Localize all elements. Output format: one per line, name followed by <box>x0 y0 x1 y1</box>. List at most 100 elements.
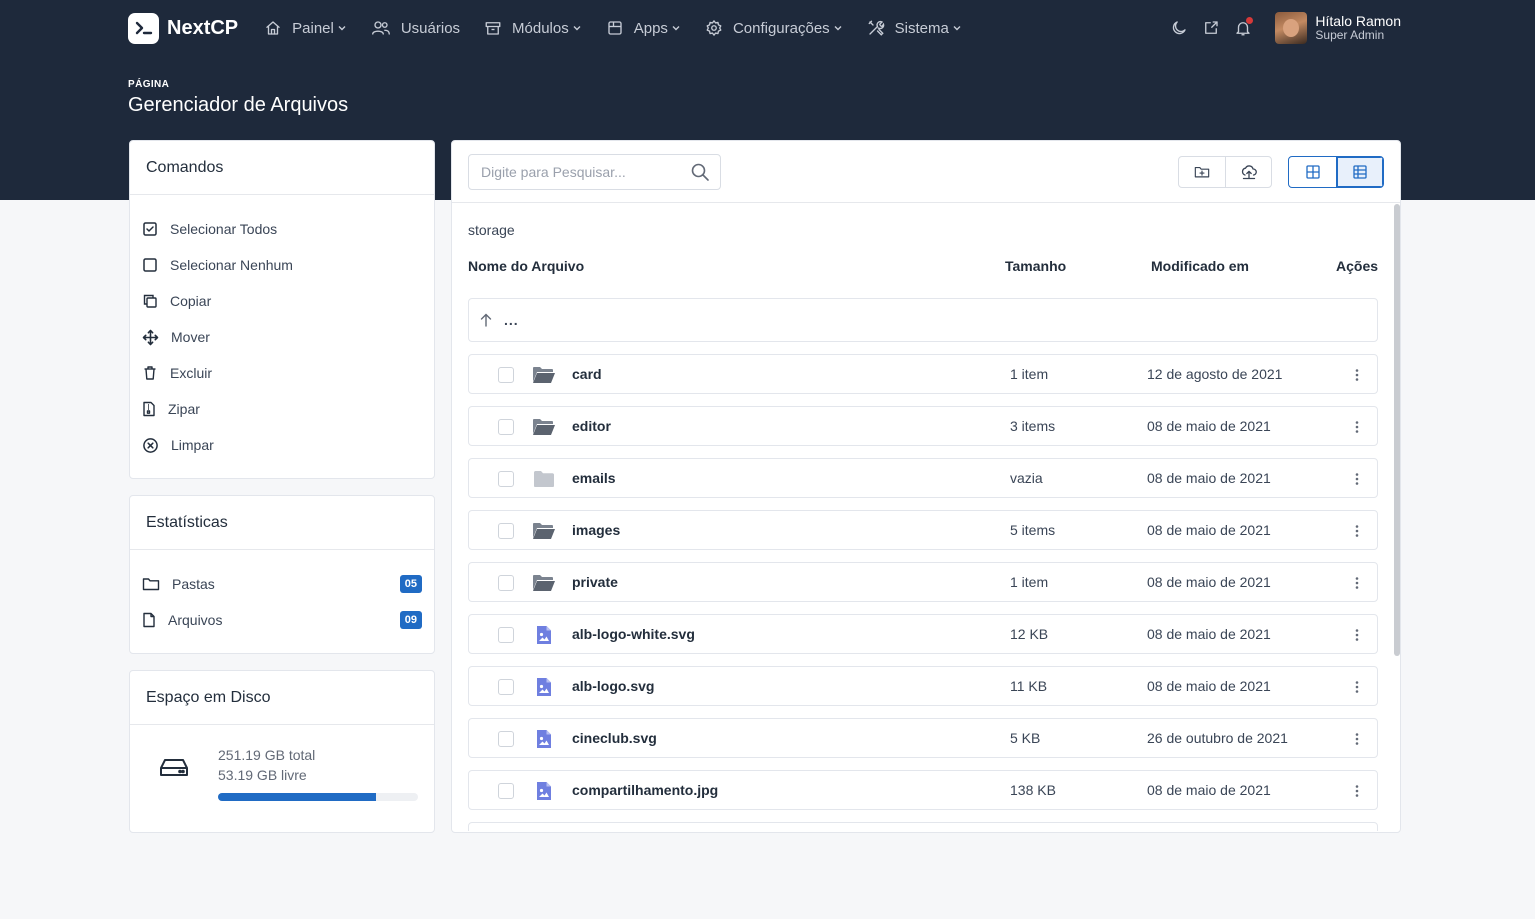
zip-command[interactable]: Zipar <box>130 391 434 427</box>
nav-label: Sistema <box>894 19 949 37</box>
search-icon[interactable] <box>690 162 710 182</box>
file-name[interactable]: images <box>572 522 620 538</box>
delete-command[interactable]: Excluir <box>130 355 434 391</box>
table-row[interactable]: card 1 item 12 de agosto de 2021 <box>468 354 1378 394</box>
notifications-button[interactable] <box>1231 16 1255 40</box>
statistics-card: Estatísticas Pastas 05 Arquivos 09 <box>129 495 435 654</box>
table-row[interactable]: images 5 items 08 de maio de 2021 <box>468 510 1378 550</box>
row-checkbox[interactable] <box>498 731 514 747</box>
file-size: 3 items <box>1010 418 1056 434</box>
row-checkbox[interactable] <box>498 783 514 799</box>
image-file-icon <box>532 780 556 802</box>
file-name[interactable]: alb-logo-white.svg <box>572 626 695 642</box>
row-checkbox[interactable] <box>498 367 514 383</box>
files-count-badge: 09 <box>399 611 422 629</box>
disk-space-card: Espaço em Disco 251.19 GB total 53.19 GB… <box>129 670 435 833</box>
nav-item-painel[interactable]: Painel <box>264 19 347 37</box>
row-checkbox[interactable] <box>498 471 514 487</box>
file-name[interactable]: cineclub.svg <box>572 730 657 746</box>
table-row[interactable]: cineclub.svg 5 KB 26 de outubro de 2021 <box>468 718 1378 758</box>
file-name[interactable]: private <box>572 574 618 590</box>
external-link-button[interactable] <box>1199 16 1223 40</box>
file-manager-card: storage Nome do Arquivo Tamanho Modifica… <box>451 140 1401 833</box>
view-toggle-group <box>1288 155 1384 188</box>
disk-total: 251.19 GB total <box>218 747 316 763</box>
row-checkbox[interactable] <box>498 419 514 435</box>
nav-item-apps[interactable]: Apps <box>606 19 681 37</box>
nav-item-usuarios[interactable]: Usuários <box>371 19 460 37</box>
image-file-icon <box>532 728 556 750</box>
table-row[interactable]: compartilhamento.jpg 138 KB 08 de maio de … <box>468 770 1378 810</box>
checkbox-empty-icon <box>143 258 157 272</box>
more-vertical-icon[interactable] <box>1349 469 1365 489</box>
column-header-name[interactable]: Nome do Arquivo <box>468 258 584 274</box>
nav-label: Painel <box>292 19 334 37</box>
upload-button[interactable] <box>1225 156 1271 187</box>
copy-command[interactable]: Copiar <box>130 283 434 319</box>
row-checkbox[interactable] <box>498 627 514 643</box>
command-label: Selecionar Nenhum <box>170 257 293 273</box>
file-size: 11 KB <box>1010 678 1048 694</box>
breadcrumb[interactable]: storage <box>468 222 515 238</box>
table-row[interactable]: editor 3 items 08 de maio de 2021 <box>468 406 1378 446</box>
command-label: Limpar <box>171 437 214 453</box>
dark-mode-toggle[interactable] <box>1167 16 1191 40</box>
table-row[interactable]: alb-logo-white.svg 12 KB 08 de maio de 202… <box>468 614 1378 654</box>
chevron-down-icon <box>953 26 961 31</box>
file-name[interactable]: compartilhamento.jpg <box>572 782 718 798</box>
grid-view-icon <box>1305 164 1320 179</box>
clear-command[interactable]: Limpar <box>130 427 434 463</box>
file-name[interactable]: alb-logo.svg <box>572 678 654 694</box>
trash-icon <box>144 366 156 380</box>
more-vertical-icon[interactable] <box>1349 417 1365 437</box>
terminal-logo-icon <box>128 12 159 44</box>
new-folder-button[interactable] <box>1179 157 1225 187</box>
table-row[interactable]: private 1 item 08 de maio de 2021 <box>468 562 1378 602</box>
more-vertical-icon[interactable] <box>1349 781 1365 801</box>
copy-icon <box>143 294 157 308</box>
file-name[interactable]: editor <box>572 418 611 434</box>
chevron-down-icon <box>338 26 346 31</box>
file-name[interactable]: card <box>572 366 602 382</box>
nav-label: Usuários <box>400 19 461 37</box>
more-vertical-icon[interactable] <box>1349 573 1365 593</box>
more-vertical-icon[interactable] <box>1349 625 1365 645</box>
disk-info: 251.19 GB total 53.19 GB livre <box>218 745 418 801</box>
nav-item-sistema[interactable]: Sistema <box>867 19 962 37</box>
file-size: 5 items <box>1010 522 1056 538</box>
row-checkbox[interactable] <box>498 523 514 539</box>
table-row[interactable] <box>468 822 1378 831</box>
more-vertical-icon[interactable] <box>1349 521 1365 541</box>
nav-item-configuracoes[interactable]: Configurações <box>705 19 843 37</box>
zip-icon <box>143 401 155 417</box>
file-name[interactable]: emails <box>572 470 616 486</box>
command-label: Copiar <box>170 293 212 309</box>
move-command[interactable]: Mover <box>130 319 434 355</box>
select-all-command[interactable]: Selecionar Todos <box>130 211 434 247</box>
select-none-command[interactable]: Selecionar Nenhum <box>130 247 434 283</box>
upload-icon <box>1241 164 1257 179</box>
tools-icon <box>868 20 884 36</box>
column-header-modified[interactable]: Modificado em <box>1151 258 1249 274</box>
list-view-button[interactable] <box>1336 156 1383 187</box>
row-checkbox[interactable] <box>498 575 514 591</box>
search-input[interactable] <box>481 163 690 180</box>
commands-list: Selecionar Todos Selecionar Nenhum Copia… <box>130 195 434 463</box>
table-row[interactable]: emails vazia 08 de maio de 2021 <box>468 458 1378 498</box>
grid-view-button[interactable] <box>1289 157 1336 187</box>
nav-label: Módulos <box>512 19 569 37</box>
nav-item-modulos[interactable]: Módulos <box>484 19 582 37</box>
more-vertical-icon[interactable] <box>1349 729 1365 749</box>
avatar[interactable] <box>1275 12 1308 44</box>
row-checkbox[interactable] <box>498 679 514 695</box>
more-vertical-icon[interactable] <box>1349 365 1365 385</box>
parent-directory-row[interactable]: ... <box>468 298 1378 342</box>
column-header-size[interactable]: Tamanho <box>1005 258 1066 274</box>
user-menu[interactable]: Hítalo Ramon Super Admin <box>1315 13 1401 43</box>
home-icon <box>266 21 280 35</box>
folder-open-icon <box>532 416 556 438</box>
table-row[interactable]: alb-logo.svg 11 KB 08 de maio de 2021 <box>468 666 1378 706</box>
scrollbar[interactable] <box>1394 204 1400 656</box>
brand-logo[interactable]: NextCP <box>128 12 238 44</box>
more-vertical-icon[interactable] <box>1349 677 1365 697</box>
